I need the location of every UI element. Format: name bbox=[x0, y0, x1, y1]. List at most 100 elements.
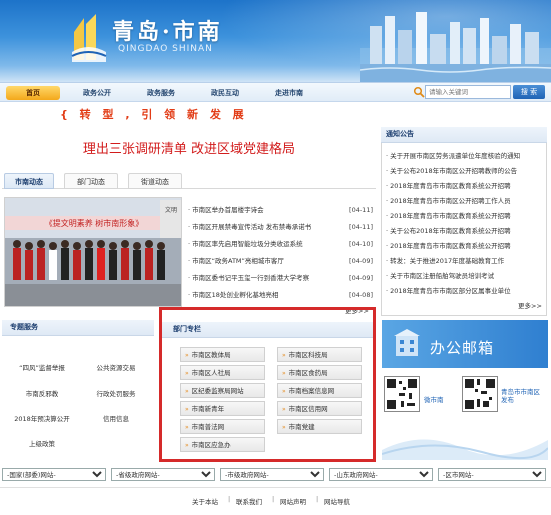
logo-title: 青岛·市南 bbox=[112, 19, 223, 45]
footer-about[interactable]: 关于本站 bbox=[192, 496, 218, 506]
weibo-qr-icon bbox=[462, 376, 498, 412]
nav-about-shinan[interactable]: 走进市南 bbox=[262, 86, 316, 100]
photo-banner-text: 《提文明素养 树市南形象》 bbox=[45, 218, 144, 228]
search-icon bbox=[413, 86, 425, 98]
double-arrow-icon: » bbox=[185, 442, 189, 449]
dept-link[interactable]: » 市南普法网 bbox=[180, 419, 265, 434]
tab-shinan-news[interactable]: 市南动态 bbox=[4, 173, 54, 189]
double-arrow-icon: » bbox=[185, 352, 189, 359]
notice-item[interactable]: · 关于公布2018年市南区教育系统公开招聘 bbox=[386, 223, 542, 239]
footer-separator: | bbox=[316, 495, 319, 503]
select-city-sites[interactable]: -市级政府网站- bbox=[220, 468, 324, 481]
search-input[interactable] bbox=[425, 85, 511, 99]
dept-link-label: 市南区教体局 bbox=[191, 351, 231, 359]
nav-gov-affairs-open[interactable]: 政务公开 bbox=[70, 86, 124, 100]
double-arrow-icon: » bbox=[282, 370, 286, 377]
special-link[interactable]: 信用信息 bbox=[80, 413, 152, 423]
news-title: · 市南区率先启用智能垃圾分类收运系统 bbox=[188, 240, 303, 248]
photo-side-text: 文明 bbox=[165, 206, 177, 214]
notice-item[interactable]: · 转发：关于推进2017年度基础教育工作 bbox=[386, 253, 542, 269]
notice-item[interactable]: · 关于公布2018年市南区公开招聘教师的公告 bbox=[386, 163, 542, 179]
notice-item[interactable]: · 关于开展市南区劳务派遣单位年度核验的通知 bbox=[386, 148, 542, 164]
footer-sitemap[interactable]: 网站导航 bbox=[324, 496, 350, 506]
notice-item[interactable]: · 关于市南区注册船舶驾驶员培训考试 bbox=[386, 268, 542, 284]
logo-subtitle: QINGDAO SHINAN bbox=[118, 44, 213, 54]
select-shandong-sites[interactable]: -山东政府网站- bbox=[329, 468, 433, 481]
dept-link-label: 市南普法网 bbox=[191, 423, 225, 431]
news-row[interactable]: · 市南区委书记平玉玺一行到香港大学考察 [04-09] bbox=[188, 270, 373, 286]
double-arrow-icon: » bbox=[185, 424, 189, 431]
special-link[interactable]: 2018年预决算公开 bbox=[6, 413, 78, 423]
select-national-sites[interactable]: -国家(部委)网站- bbox=[2, 468, 106, 481]
dept-link[interactable]: » 市南区食药局 bbox=[277, 365, 362, 380]
dept-link[interactable]: » 市南新青年 bbox=[180, 401, 265, 416]
dept-link[interactable]: » 区纪委监察局网站 bbox=[180, 383, 265, 398]
dept-link[interactable]: » 市南区教体局 bbox=[180, 347, 265, 362]
news-photo-image: 《提文明素养 树市南形象》 文明 bbox=[5, 198, 181, 306]
select-district-sites[interactable]: -区市网站- bbox=[438, 468, 546, 481]
dept-link[interactable]: » 市南区人社局 bbox=[180, 365, 265, 380]
dept-link[interactable]: » 市南区科技局 bbox=[277, 347, 362, 362]
select-provincial-sites[interactable]: -省级政府网站- bbox=[111, 468, 215, 481]
special-link[interactable]: 行政处罚服务 bbox=[80, 388, 152, 398]
dept-link-label: 市南区信用网 bbox=[288, 405, 328, 413]
dept-link-label: 市南区科技局 bbox=[288, 351, 328, 359]
double-arrow-icon: » bbox=[282, 406, 286, 413]
qingdao-logo-icon[interactable] bbox=[70, 12, 108, 64]
news-row[interactable]: · 市南区率先启用智能垃圾分类收运系统 [04-10] bbox=[188, 236, 373, 252]
dept-link[interactable]: » 市南党建 bbox=[277, 419, 362, 434]
nav-gov-services[interactable]: 政务服务 bbox=[134, 86, 188, 100]
tab-department-news[interactable]: 部门动态 bbox=[64, 173, 118, 189]
notice-item[interactable]: · 2018年度青岛市市南区部分区属事业单位 bbox=[386, 283, 542, 299]
double-arrow-icon: » bbox=[185, 406, 189, 413]
footer-contact[interactable]: 联系我们 bbox=[236, 496, 262, 506]
mail-building-icon bbox=[394, 329, 420, 356]
decorative-wave-icon bbox=[382, 439, 548, 460]
special-link[interactable]: 公共资源交易 bbox=[80, 362, 152, 372]
dept-link-label: 市南区人社局 bbox=[191, 369, 231, 377]
news-date: [04-10] bbox=[349, 240, 373, 248]
news-title: · 市南区“政务ATM”亮相城市客厅 bbox=[188, 257, 284, 265]
dept-link[interactable]: » 市南区信用网 bbox=[277, 401, 362, 416]
qr2-label: 青岛市市南区发布 bbox=[501, 388, 540, 404]
special-link[interactable]: 市南反邪教 bbox=[6, 388, 78, 398]
nav-interaction[interactable]: 政民互动 bbox=[198, 86, 252, 100]
double-arrow-icon: » bbox=[282, 352, 286, 359]
news-row[interactable]: · 市南区举办首届楼宇诗会 [04-11] bbox=[188, 202, 373, 218]
news-row[interactable]: · 市南区开展禁毒宣传活动 发布禁毒承诺书 [04-11] bbox=[188, 219, 373, 235]
notice-item[interactable]: · 2018年度青岛市市南区公开招聘工作人员 bbox=[386, 193, 542, 209]
city-skyline-image bbox=[360, 12, 551, 82]
footer-separator: | bbox=[272, 495, 275, 503]
double-arrow-icon: » bbox=[282, 388, 286, 395]
footer-divider bbox=[0, 487, 551, 488]
notice-item[interactable]: · 2018年度青岛市市南区教育系统公开招聘 bbox=[386, 178, 542, 194]
dept-link[interactable]: » 市南区应急办 bbox=[180, 437, 265, 452]
double-arrow-icon: » bbox=[185, 388, 189, 395]
news-photo[interactable]: 《提文明素养 树市南形象》 文明 bbox=[4, 197, 182, 307]
search-button[interactable]: 搜 索 bbox=[513, 85, 545, 99]
slogan-text: { 转 型 , 引 领 新 发 展 bbox=[60, 108, 248, 121]
dept-link-label: 区纪委监察局网站 bbox=[191, 387, 244, 395]
double-arrow-icon: » bbox=[282, 424, 286, 431]
tab-street-news[interactable]: 街道动态 bbox=[128, 173, 182, 189]
notice-item[interactable]: · 2018年度青岛市市南区教育系统公开招聘 bbox=[386, 238, 542, 254]
dept-link[interactable]: » 市南档案信息网 bbox=[277, 383, 362, 398]
news-date: [04-11] bbox=[349, 206, 373, 214]
news-title: · 市南区开展禁毒宣传活动 发布禁毒承诺书 bbox=[188, 223, 312, 231]
nav-home[interactable]: 首页 bbox=[6, 86, 60, 100]
wechat-qr-icon bbox=[384, 376, 420, 412]
notice-item[interactable]: · 2018年度青岛市市南区教育系统公开招聘 bbox=[386, 208, 542, 224]
special-services-title: 专题服务 bbox=[10, 323, 38, 331]
news-date: [04-09] bbox=[349, 257, 373, 265]
dept-link-label: 市南新青年 bbox=[191, 405, 225, 413]
special-link[interactable]: 上级政策 bbox=[6, 438, 78, 448]
news-row[interactable]: · 市南区“政务ATM”亮相城市客厅 [04-09] bbox=[188, 253, 373, 269]
footer-statement[interactable]: 网站声明 bbox=[280, 496, 306, 506]
news-row[interactable]: · 市南区18处创业孵化基地亮相 [04-08] bbox=[188, 287, 373, 303]
news-date: [04-09] bbox=[349, 274, 373, 282]
special-link[interactable]: “四风”监督举报 bbox=[6, 362, 78, 372]
notice-more-link[interactable]: 更多>> bbox=[518, 300, 542, 310]
news-tabs-divider bbox=[2, 188, 376, 189]
headline-link[interactable]: 理出三张调研清单 改进区域党建格局 bbox=[0, 138, 378, 157]
dept-link-label: 市南区应急办 bbox=[191, 441, 231, 449]
